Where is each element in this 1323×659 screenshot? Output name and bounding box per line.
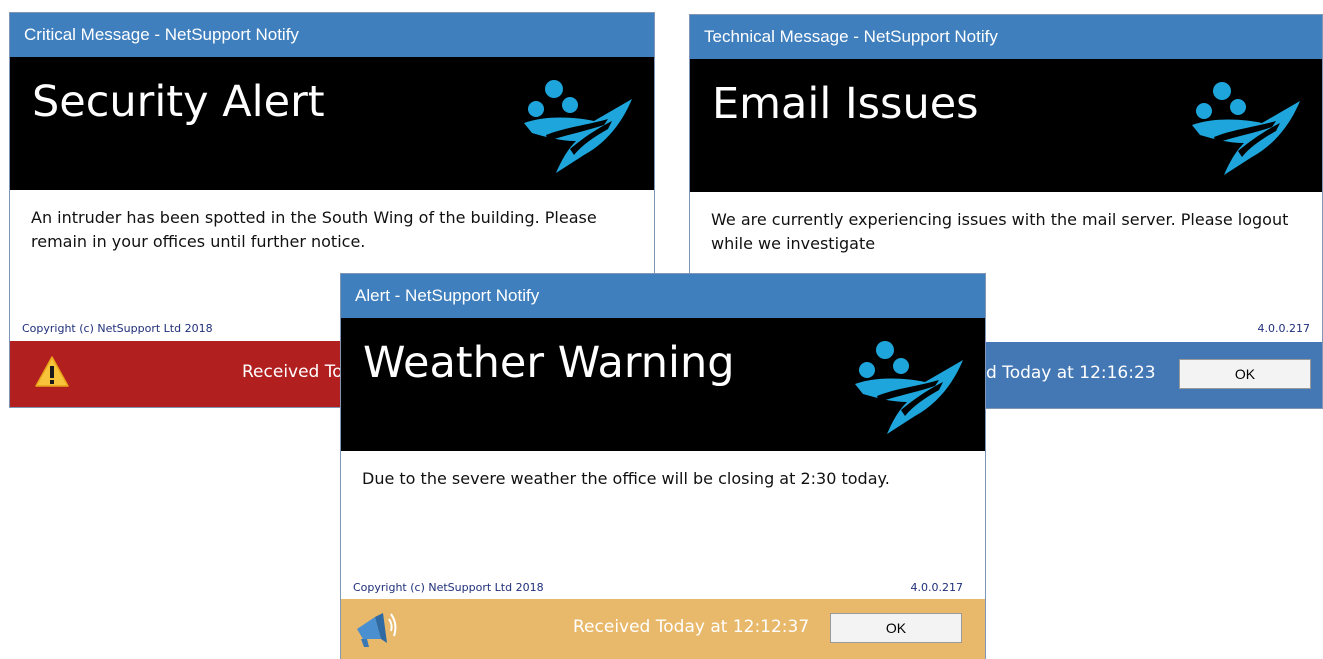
- version-text: 4.0.0.217: [910, 581, 963, 594]
- window-title: Alert - NetSupport Notify: [355, 286, 540, 305]
- message-headline: Security Alert: [32, 77, 325, 127]
- message-body: We are currently experiencing issues wit…: [711, 210, 1289, 253]
- window-title-bar[interactable]: Alert - NetSupport Notify: [341, 274, 985, 318]
- received-time-text: Received To: [242, 362, 343, 382]
- message-banner: Email Issues: [690, 59, 1322, 192]
- ok-button[interactable]: OK: [1179, 359, 1311, 389]
- window-title: Technical Message - NetSupport Notify: [704, 27, 998, 46]
- copyright-text: Copyright (c) NetSupport Ltd 2018: [22, 322, 213, 335]
- message-body: Due to the severe weather the office wil…: [362, 469, 890, 488]
- message-banner: Weather Warning: [341, 318, 985, 451]
- copyright-text: Copyright (c) NetSupport Ltd 2018: [353, 581, 544, 594]
- status-bar: Received Today at 12:12:37 OK: [341, 599, 985, 659]
- version-text: 4.0.0.217: [1257, 322, 1310, 335]
- netsupport-logo-icon: [855, 341, 963, 434]
- megaphone-icon: [357, 613, 397, 647]
- window-title-bar[interactable]: Critical Message - NetSupport Notify: [10, 13, 654, 57]
- message-banner: Security Alert: [10, 57, 654, 190]
- message-body: An intruder has been spotted in the Sout…: [31, 208, 597, 251]
- alert-message-window: Alert - NetSupport Notify Weather Warnin…: [340, 273, 986, 659]
- warning-icon: [35, 356, 69, 387]
- received-time-text: d Today at 12:16:23: [986, 363, 1156, 383]
- footer-info-row: Copyright (c) NetSupport Ltd 2018 4.0.0.…: [341, 577, 985, 599]
- window-title-bar[interactable]: Technical Message - NetSupport Notify: [690, 15, 1322, 59]
- netsupport-logo-icon: [1192, 82, 1300, 175]
- message-headline: Email Issues: [712, 79, 979, 129]
- netsupport-logo-icon: [524, 80, 632, 173]
- message-headline: Weather Warning: [363, 338, 735, 388]
- received-time-text: Received Today at 12:12:37: [573, 617, 810, 637]
- window-title: Critical Message - NetSupport Notify: [24, 25, 299, 44]
- ok-button[interactable]: OK: [830, 613, 962, 643]
